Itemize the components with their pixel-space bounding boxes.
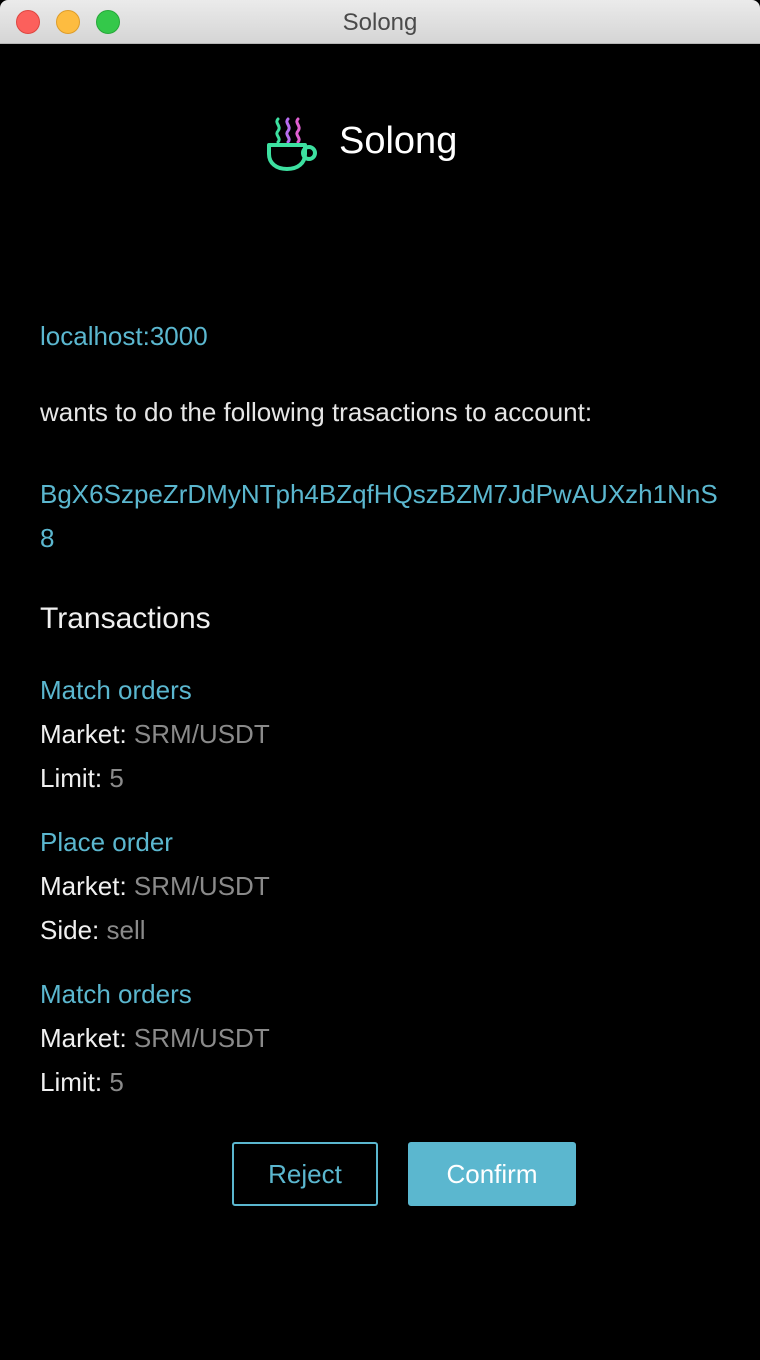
field-value: SRM/USDT bbox=[133, 719, 270, 749]
field-value: sell bbox=[106, 915, 146, 945]
field-label: Limit: bbox=[40, 763, 103, 793]
coffee-cup-icon bbox=[267, 117, 317, 171]
transaction-item: Match orders Market: SRM/USDT Limit: 5 bbox=[40, 668, 720, 800]
transaction-field: Limit: 5 bbox=[40, 756, 720, 800]
request-description: wants to do the following trasactions to… bbox=[40, 397, 593, 427]
transaction-list: Match orders Market: SRM/USDT Limit: 5 P… bbox=[40, 668, 720, 1124]
field-label: Side: bbox=[40, 915, 100, 945]
field-value: 5 bbox=[109, 763, 124, 793]
transaction-field: Market: SRM/USDT bbox=[40, 864, 720, 908]
transaction-title: Match orders bbox=[40, 979, 192, 1009]
transaction-item: Place order Market: SRM/USDT Side: sell bbox=[40, 820, 720, 952]
transactions-heading: Transactions bbox=[40, 602, 211, 635]
app-window: Solong Solong localhost:3000 wants to do… bbox=[0, 0, 760, 1360]
transaction-title: Match orders bbox=[40, 675, 192, 705]
field-label: Market: bbox=[40, 719, 127, 749]
reject-button[interactable]: Reject bbox=[232, 1142, 378, 1206]
transaction-field: Limit: 5 bbox=[40, 1060, 720, 1104]
brand-name: Solong bbox=[339, 120, 458, 162]
transaction-item: Match orders Market: SRM/USDT Limit: 5 bbox=[40, 972, 720, 1104]
window-title: Solong bbox=[342, 9, 418, 36]
field-value: SRM/USDT bbox=[133, 1023, 270, 1053]
field-label: Market: bbox=[40, 871, 127, 901]
transaction-title: Place order bbox=[40, 827, 173, 857]
transaction-field: Side: sell bbox=[40, 908, 720, 952]
account-address: BgX6SzpeZrDMyNTph4BZqfHQszBZM7JdPwAUXzh1… bbox=[40, 479, 718, 553]
field-label: Limit: bbox=[40, 1067, 103, 1097]
approval-panel: Solong localhost:3000 wants to do the fo… bbox=[0, 44, 760, 1360]
title-bar[interactable]: Solong bbox=[0, 0, 760, 44]
field-label: Market: bbox=[40, 1023, 127, 1053]
confirm-button[interactable]: Confirm bbox=[408, 1142, 576, 1206]
field-value: SRM/USDT bbox=[133, 871, 270, 901]
field-value: 5 bbox=[109, 1067, 124, 1097]
transaction-field: Market: SRM/USDT bbox=[40, 712, 720, 756]
requesting-origin: localhost:3000 bbox=[40, 321, 208, 351]
transaction-field: Market: SRM/USDT bbox=[40, 1016, 720, 1060]
